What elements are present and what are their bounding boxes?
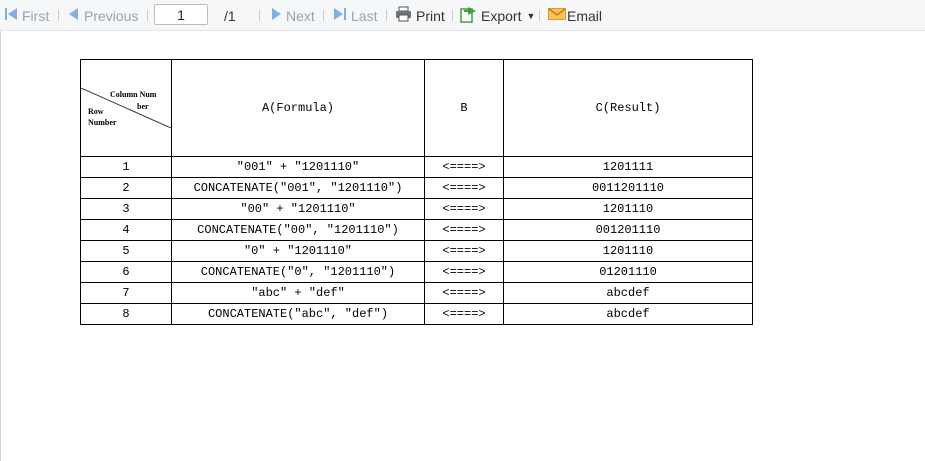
table-row: 7 "abc" + "def" <====> abcdef xyxy=(80,282,753,304)
arrow-cell: <====> xyxy=(424,219,504,241)
page-number-input[interactable] xyxy=(154,4,208,25)
first-page-button[interactable]: First xyxy=(4,0,49,31)
chevron-down-icon: ▼ xyxy=(526,10,536,21)
print-label: Print xyxy=(416,7,445,24)
formula-cell: CONCATENATE("abc", "def") xyxy=(171,303,425,325)
header-row: Column Num ber Row Number A(Formula) B C… xyxy=(80,59,753,157)
next-page-button[interactable]: Next xyxy=(270,0,315,31)
table-row: 1 "001" + "1201110" <====> 1201111 xyxy=(80,156,753,178)
result-cell: 0011201110 xyxy=(503,177,753,199)
email-label: Email xyxy=(567,7,603,24)
arrow-cell: <====> xyxy=(424,198,504,220)
table-row: 3 "00" + "1201110" <====> 1201110 xyxy=(80,198,753,220)
first-page-icon xyxy=(4,7,18,24)
export-dropdown-button[interactable]: Export ▼ xyxy=(460,0,535,31)
table-row: 8 CONCATENATE("abc", "def") <====> abcde… xyxy=(80,303,753,325)
last-page-label: Last xyxy=(351,7,378,24)
row-number-cell: 5 xyxy=(80,240,172,262)
next-page-label: Next xyxy=(286,7,315,24)
toolbar-divider xyxy=(539,10,540,21)
result-cell: abcdef xyxy=(503,303,753,325)
next-page-icon xyxy=(270,7,282,24)
formula-cell: "001" + "1201110" xyxy=(171,156,425,178)
table-row: 5 "0" + "1201110" <====> 1201110 xyxy=(80,240,753,262)
toolbar-divider xyxy=(259,10,260,21)
report-toolbar: First Previous /1 Next Last Print xyxy=(0,0,925,31)
column-header-b: B xyxy=(424,59,504,157)
toolbar-divider xyxy=(323,10,324,21)
toolbar-divider xyxy=(58,10,59,21)
toolbar-divider xyxy=(147,10,148,21)
previous-page-label: Previous xyxy=(84,7,139,24)
last-page-button[interactable]: Last xyxy=(333,0,377,31)
viewer-left-border xyxy=(0,31,1,461)
printer-icon xyxy=(395,6,412,25)
arrow-cell: <====> xyxy=(424,261,504,283)
column-number-label-line1: Column Num xyxy=(110,90,157,99)
table-row: 2 CONCATENATE("001", "1201110") <====> 0… xyxy=(80,177,753,199)
result-cell: 01201110 xyxy=(503,261,753,283)
formula-cell: "0" + "1201110" xyxy=(171,240,425,262)
column-header-a: A(Formula) xyxy=(171,59,425,157)
first-page-label: First xyxy=(22,7,50,24)
result-cell: 1201111 xyxy=(503,156,753,178)
email-icon xyxy=(548,7,566,24)
column-number-label-line2: ber xyxy=(137,102,149,111)
row-number-cell: 4 xyxy=(80,219,172,241)
print-button[interactable]: Print xyxy=(395,0,445,31)
formula-cell: CONCATENATE("0", "1201110") xyxy=(171,261,425,283)
arrow-cell: <====> xyxy=(424,240,504,262)
result-cell: abcdef xyxy=(503,282,753,304)
export-label: Export xyxy=(481,7,522,24)
formula-cell: "abc" + "def" xyxy=(171,282,425,304)
previous-page-icon xyxy=(68,7,80,24)
result-cell: 1201110 xyxy=(503,240,753,262)
formula-cell: CONCATENATE("00", "1201110") xyxy=(171,219,425,241)
corner-header-cell: Column Num ber Row Number xyxy=(80,59,172,157)
formula-cell: "00" + "1201110" xyxy=(171,198,425,220)
toolbar-divider xyxy=(386,10,387,21)
row-number-label-line1: Row xyxy=(88,107,104,116)
result-cell: 1201110 xyxy=(503,198,753,220)
email-button[interactable]: Email xyxy=(548,0,602,31)
export-icon xyxy=(460,6,477,26)
row-number-label-line2: Number xyxy=(88,118,117,127)
table-row: 6 CONCATENATE("0", "1201110") <====> 012… xyxy=(80,261,753,283)
formula-cell: CONCATENATE("001", "1201110") xyxy=(171,177,425,199)
arrow-cell: <====> xyxy=(424,177,504,199)
previous-page-button[interactable]: Previous xyxy=(68,0,138,31)
arrow-cell: <====> xyxy=(424,156,504,178)
report-table: Column Num ber Row Number A(Formula) B C… xyxy=(80,59,753,325)
arrow-cell: <====> xyxy=(424,282,504,304)
page-total-label: /1 xyxy=(224,7,236,24)
row-number-cell: 6 xyxy=(80,261,172,283)
column-header-c: C(Result) xyxy=(503,59,753,157)
arrow-cell: <====> xyxy=(424,303,504,325)
last-page-icon xyxy=(333,7,347,24)
table-row: 4 CONCATENATE("00", "1201110") <====> 00… xyxy=(80,219,753,241)
row-number-cell: 7 xyxy=(80,282,172,304)
result-cell: 001201110 xyxy=(503,219,753,241)
row-number-cell: 3 xyxy=(80,198,172,220)
toolbar-divider xyxy=(452,10,453,21)
row-number-cell: 8 xyxy=(80,303,172,325)
